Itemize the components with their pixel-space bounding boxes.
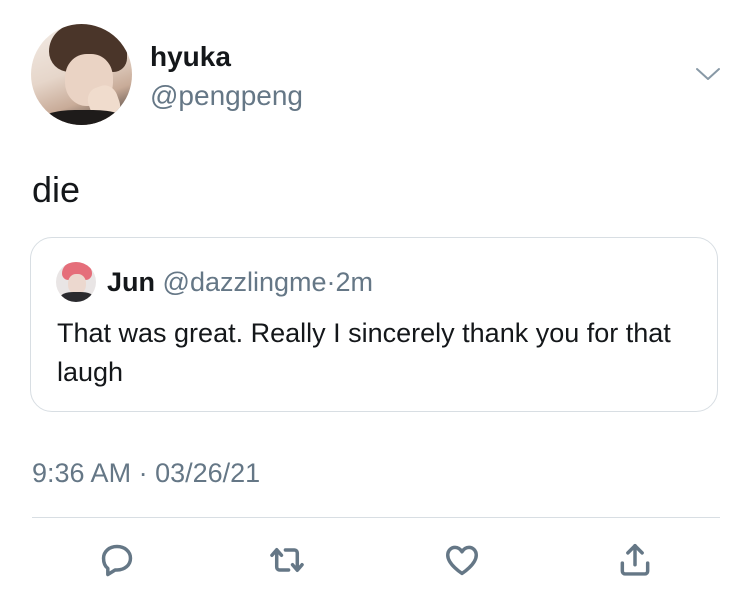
heart-icon [446,545,478,576]
retweet-icon [270,547,304,573]
chevron-down-icon[interactable] [693,64,723,84]
like-button[interactable] [440,538,484,582]
tweet-timestamp: 9:36 AM · 03/26/21 [32,456,260,490]
quoted-avatar-face [68,274,86,294]
tweet-date[interactable]: 03/26/21 [155,458,260,488]
action-bar [0,538,750,582]
quoted-time: 2m [335,267,374,297]
quoted-tweet[interactable]: Jun @dazzlingme·2m That was great. Reall… [30,237,718,412]
tweet-time: 9:36 AM [32,458,132,488]
avatar-shirt [39,110,129,125]
quoted-author-handle: @dazzlingme [162,267,327,297]
retweet-button[interactable] [265,538,309,582]
quoted-author-name: Jun [107,267,156,297]
quoted-tweet-header: Jun @dazzlingme·2m [107,266,373,298]
timestamp-separator: · [138,458,148,488]
author-avatar[interactable] [31,24,132,125]
quoted-tweet-text: That was great. Really I sincerely thank… [57,318,671,387]
author-handle[interactable]: @pengpeng [150,79,303,113]
quoted-avatar-shirt [60,292,94,302]
author-name[interactable]: hyuka [150,40,231,74]
divider [32,517,720,518]
quoted-author-avatar [56,262,96,302]
tweet-text: die [32,169,81,210]
reply-icon [101,544,133,577]
share-icon [620,544,650,576]
reply-button[interactable] [95,538,139,582]
share-button[interactable] [613,538,657,582]
quoted-separator: · [326,267,336,297]
